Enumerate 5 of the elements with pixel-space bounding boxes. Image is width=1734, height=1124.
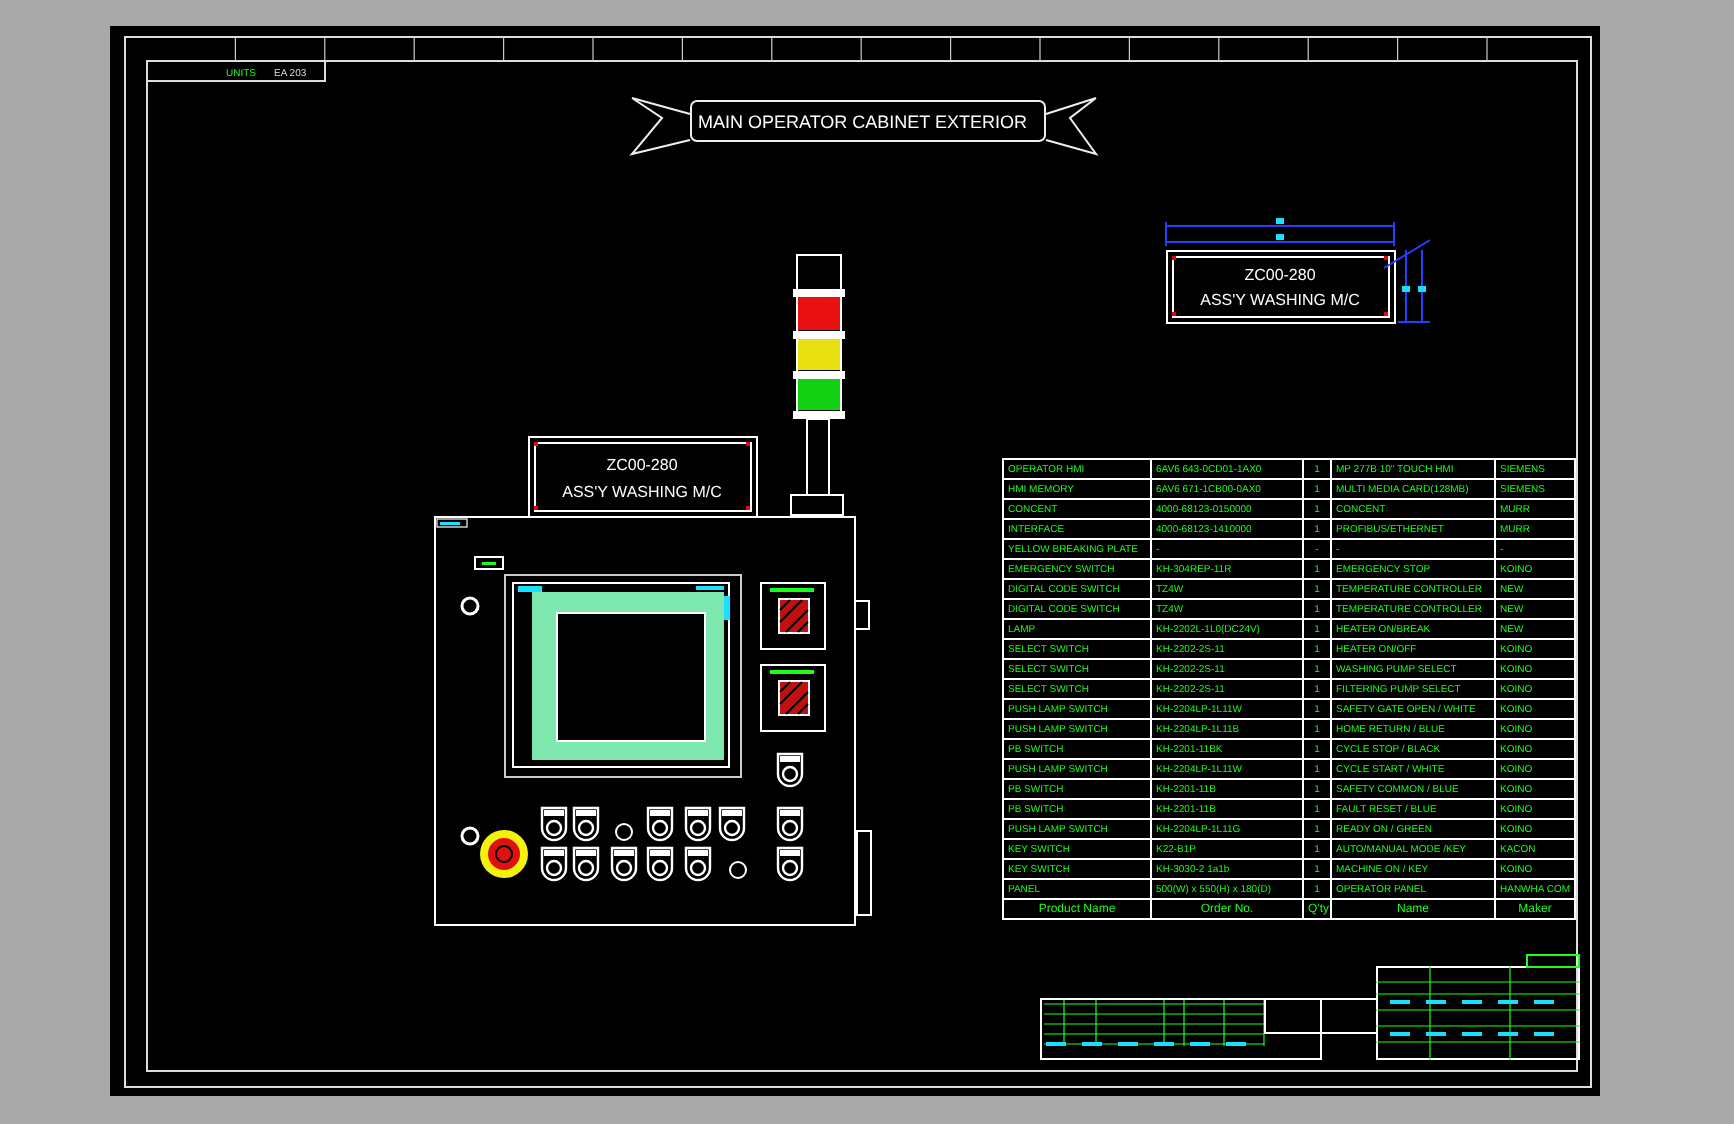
nameplate-code: ZC00-280 xyxy=(606,455,678,474)
nameplate-code: ZC00-280 xyxy=(1244,266,1316,285)
drawing-title: MAIN OPERATOR CABINET EXTERIOR xyxy=(698,112,1028,132)
nameplate-text: ASS'Y WASHING M/C xyxy=(562,482,722,501)
nameplate-text: ASS'Y WASHING M/C xyxy=(1200,290,1360,309)
